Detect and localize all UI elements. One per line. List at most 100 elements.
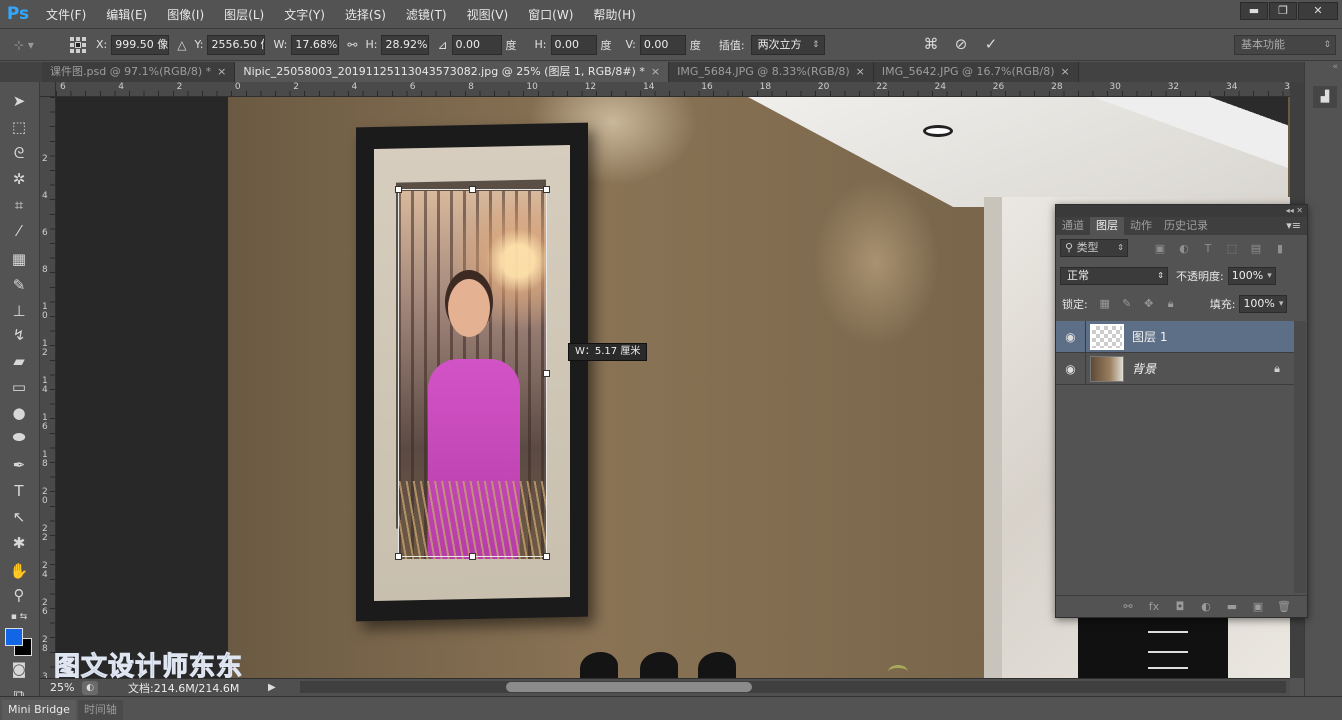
tab-courseware-psd[interactable]: 课件图.psd @ 97.1%(RGB/8) * ×	[42, 62, 236, 82]
cancel-transform-icon[interactable]: ⊘	[950, 35, 972, 53]
horizontal-skew-field[interactable]: 0.00	[550, 34, 597, 55]
add-mask-icon[interactable]: ◘	[1167, 600, 1193, 613]
x-position-field[interactable]: 999.50 像	[111, 34, 170, 55]
blend-mode-select[interactable]: 正常	[1060, 267, 1168, 285]
clone-stamp-tool-icon[interactable]: ⊥	[8, 300, 30, 322]
adjustment-filter-icon[interactable]: ◐	[1172, 242, 1196, 255]
menu-type[interactable]: 文字(Y)	[274, 6, 335, 23]
blur-tool-icon[interactable]: ●	[8, 402, 30, 424]
menu-select[interactable]: 选择(S)	[335, 6, 396, 23]
menu-filter[interactable]: 滤镜(T)	[396, 6, 457, 23]
panel-collapse-close[interactable]: ◂◂ ✕	[1056, 205, 1307, 217]
dock-expand-icon[interactable]: «	[1305, 62, 1342, 74]
type-tool-icon[interactable]: T	[8, 480, 30, 502]
layer-row-background[interactable]: ◉ 背景 🔒︎	[1056, 352, 1294, 385]
link-layers-icon[interactable]: ⚯	[1115, 600, 1141, 613]
horizontal-scroll-thumb[interactable]	[506, 682, 752, 692]
layers-scrollbar[interactable]	[1294, 321, 1306, 593]
lasso-tool-icon[interactable]: ᘓ	[8, 142, 30, 164]
magic-wand-tool-icon[interactable]: ✲	[8, 168, 30, 190]
menu-image[interactable]: 图像(I)	[157, 6, 214, 23]
lock-pixels-icon[interactable]: ✎	[1116, 297, 1138, 311]
swap-colors-icon[interactable]: ▪ ⇆	[8, 606, 30, 628]
histogram-icon[interactable]: ▟	[1313, 86, 1337, 108]
commit-transform-icon[interactable]: ✓	[980, 35, 1002, 53]
new-layer-icon[interactable]: ▣	[1245, 600, 1271, 613]
vertical-skew-field[interactable]: 0.00	[639, 34, 686, 55]
height-field[interactable]: 28.92%	[381, 34, 430, 55]
gradient-tool-icon[interactable]: ▭	[8, 376, 30, 398]
brush-tool-icon[interactable]: ✎	[8, 274, 30, 296]
restore-button[interactable]: ❐	[1269, 2, 1297, 20]
close-tab-icon[interactable]: ×	[856, 65, 865, 78]
workspace-select[interactable]: 基本功能	[1234, 35, 1336, 55]
tab-nipic-jpg[interactable]: Nipic_25058003_20191125113043573082.jpg …	[235, 62, 670, 82]
lock-transparency-icon[interactable]: ▦	[1094, 297, 1116, 311]
reference-point-grid[interactable]	[68, 35, 88, 55]
transform-handle-right[interactable]	[543, 370, 550, 377]
marquee-tool-icon[interactable]: ⬚	[8, 116, 30, 138]
type-filter-icon[interactable]: T	[1196, 242, 1220, 255]
tab-timeline[interactable]: 时间轴	[77, 700, 123, 720]
fill-field[interactable]: 100%	[1239, 295, 1288, 313]
close-tab-icon[interactable]: ×	[217, 65, 226, 78]
tab-history[interactable]: 历史记录	[1158, 217, 1214, 235]
vertical-ruler[interactable]: 24681 01 21 41 61 82 02 22 42 62 83 0	[40, 97, 56, 678]
menu-edit[interactable]: 编辑(E)	[96, 6, 157, 23]
filter-toggle-icon[interactable]: ▮	[1268, 242, 1292, 255]
menu-layer[interactable]: 图层(L)	[214, 6, 274, 23]
layer-kind-filter[interactable]: ⚲ 类型	[1060, 239, 1128, 257]
close-tab-icon[interactable]: ×	[651, 65, 660, 78]
tab-actions[interactable]: 动作	[1124, 217, 1158, 235]
history-brush-tool-icon[interactable]: ↯	[8, 324, 30, 346]
new-group-icon[interactable]: ▬	[1219, 600, 1245, 613]
transform-tool-preset-icon[interactable]: ⊹ ▾	[14, 33, 60, 57]
tab-img-5642[interactable]: IMG_5642.JPG @ 16.7%(RGB/8) ×	[873, 62, 1079, 82]
zoom-tool-icon[interactable]: ⚲	[8, 584, 30, 606]
foreground-color-swatch[interactable]	[5, 628, 23, 646]
horizontal-ruler[interactable]: 642024681012141618202224262830323436	[56, 82, 1290, 97]
path-selection-tool-icon[interactable]: ↖	[8, 506, 30, 528]
transform-handle-bottom-right[interactable]	[543, 553, 550, 560]
menu-window[interactable]: 窗口(W)	[518, 6, 583, 23]
tab-layers[interactable]: 图层	[1090, 217, 1124, 235]
menu-file[interactable]: 文件(F)	[36, 6, 96, 23]
transform-handle-top-right[interactable]	[543, 186, 550, 193]
healing-brush-tool-icon[interactable]: ▦	[8, 248, 30, 270]
layer-name[interactable]: 图层 1	[1132, 328, 1167, 345]
delete-layer-icon[interactable]: 🗑︎	[1271, 600, 1297, 613]
width-field[interactable]: 17.68%	[291, 34, 340, 55]
horizontal-scrollbar[interactable]	[300, 681, 1286, 693]
opacity-field[interactable]: 100%	[1227, 267, 1276, 285]
move-tool-icon[interactable]: ➤	[8, 90, 30, 112]
crop-tool-icon[interactable]: ⌗	[8, 194, 30, 216]
transform-handle-top[interactable]	[469, 186, 476, 193]
y-position-field[interactable]: 2556.50 像	[207, 34, 266, 55]
menu-view[interactable]: 视图(V)	[457, 6, 519, 23]
eraser-tool-icon[interactable]: ▰	[8, 350, 30, 372]
relative-position-icon[interactable]: △	[177, 38, 186, 52]
transform-bounding-box[interactable]	[395, 186, 550, 560]
pen-tool-icon[interactable]: ✒	[8, 454, 30, 476]
layer-row-layer-1[interactable]: ◉ 图层 1	[1056, 320, 1294, 353]
visibility-eye-icon[interactable]: ◉	[1056, 352, 1086, 385]
hand-tool-icon[interactable]: ✋	[8, 560, 30, 582]
eyedropper-tool-icon[interactable]: ⁄	[8, 220, 30, 242]
quick-mask-icon[interactable]: ◙	[8, 658, 30, 680]
pixel-filter-icon[interactable]: ▣	[1148, 242, 1172, 255]
shape-filter-icon[interactable]: ⬚	[1220, 242, 1244, 255]
tab-mini-bridge[interactable]: Mini Bridge	[2, 700, 76, 720]
panel-menu-icon[interactable]: ▾≡	[1286, 217, 1301, 235]
minimize-button[interactable]: ▬	[1240, 2, 1268, 20]
tab-img-5684[interactable]: IMG_5684.JPG @ 8.33%(RGB/8) ×	[669, 62, 874, 82]
lock-position-icon[interactable]: ✥	[1138, 297, 1160, 311]
transform-handle-top-left[interactable]	[395, 186, 402, 193]
layer-style-icon[interactable]: fx	[1141, 600, 1167, 613]
interpolation-select[interactable]: 两次立方	[750, 34, 825, 55]
dodge-tool-icon[interactable]: ⬬	[8, 426, 30, 448]
rotation-angle-field[interactable]: 0.00	[451, 34, 502, 55]
transform-handle-bottom-left[interactable]	[395, 553, 402, 560]
close-button[interactable]: ✕	[1298, 2, 1338, 20]
status-menu-arrow-icon[interactable]: ▶	[268, 682, 278, 693]
layer-name[interactable]: 背景	[1132, 360, 1156, 377]
